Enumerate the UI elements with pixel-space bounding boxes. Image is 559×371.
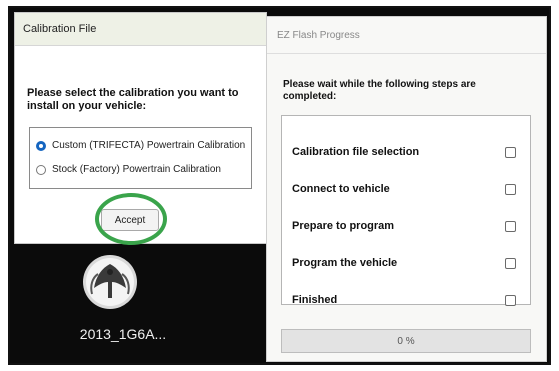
ez-flash-titlebar: EZ Flash Progress [267, 17, 546, 54]
ez-flash-progress-dialog: EZ Flash Progress Please wait while the … [266, 16, 547, 362]
calibration-prompt: Please select the calibration you want t… [27, 87, 239, 112]
step-label: Finished [292, 294, 338, 306]
calibration-dialog-titlebar: Calibration File [15, 13, 266, 46]
option-custom-calibration[interactable]: Custom (TRIFECTA) Powertrain Calibration [36, 140, 245, 151]
step-checkbox [505, 294, 516, 306]
calibration-file-dialog: Calibration File Please select the calib… [14, 12, 267, 245]
screenshot-frame: Calibration File Please select the calib… [8, 6, 551, 365]
steps-list: Calibration file selection Connect to ve… [281, 115, 531, 306]
option-custom-label: Custom (TRIFECTA) Powertrain Calibration [52, 140, 246, 151]
eagle-emblem-icon[interactable] [82, 254, 138, 310]
accept-button[interactable]: Accept [101, 209, 159, 231]
step-label: Calibration file selection [292, 146, 420, 158]
step-checkbox [505, 220, 516, 232]
step-row: Prepare to program [282, 216, 530, 236]
step-row: Finished [282, 290, 530, 310]
ez-flash-prompt: Please wait while the following steps ar… [283, 79, 476, 102]
step-row: Calibration file selection [282, 142, 530, 162]
step-label: Prepare to program [292, 220, 395, 232]
progress-text: 0 % [397, 335, 415, 347]
step-label: Connect to vehicle [292, 183, 390, 195]
radio-unselected-icon[interactable] [36, 164, 46, 175]
radio-selected-icon[interactable] [36, 140, 46, 151]
calibration-dialog-title: Calibration File [23, 23, 97, 35]
step-checkbox [505, 146, 516, 158]
step-checkbox [505, 257, 516, 269]
option-stock-calibration[interactable]: Stock (Factory) Powertrain Calibration [36, 164, 221, 175]
step-checkbox [505, 183, 516, 195]
desktop-file-label[interactable]: 2013_1G6A... [68, 326, 178, 342]
step-label: Program the vehicle [292, 257, 398, 269]
step-row: Connect to vehicle [282, 179, 530, 199]
ez-flash-title: EZ Flash Progress [277, 29, 360, 41]
progress-bar: 0 % [281, 329, 531, 353]
option-stock-label: Stock (Factory) Powertrain Calibration [52, 164, 221, 175]
step-row: Program the vehicle [282, 253, 530, 273]
calibration-options-group: Custom (TRIFECTA) Powertrain Calibration… [29, 127, 252, 189]
